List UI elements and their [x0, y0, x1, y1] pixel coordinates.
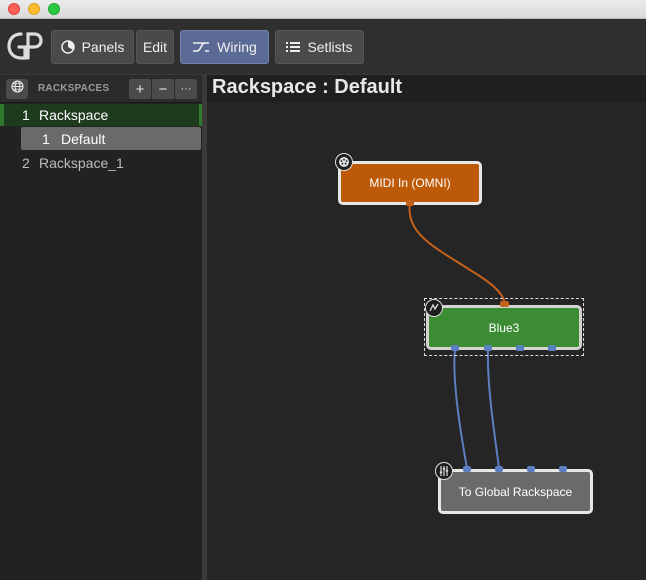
rackspace-number: 2	[22, 155, 30, 171]
blue3-plugin-node[interactable]: Blue3	[426, 305, 582, 350]
zoom-window-button[interactable]	[48, 3, 60, 15]
globe-icon	[10, 80, 24, 98]
rackspace-item-2[interactable]: 2 Rackspace_1	[0, 152, 202, 174]
blue3-audio-out-pin-1[interactable]	[451, 345, 459, 351]
blue3-midi-in-pin[interactable]	[500, 301, 509, 307]
edit-button[interactable]: Edit	[136, 30, 174, 64]
mixer-icon	[435, 462, 453, 480]
wiring-label: Wiring	[217, 39, 257, 55]
blue3-audio-out-pin-2[interactable]	[484, 345, 492, 351]
rackspace-name: Rackspace	[39, 107, 109, 123]
global-audio-in-pin-1[interactable]	[463, 466, 471, 472]
blue3-audio-out-pin-3[interactable]	[516, 345, 524, 351]
rackspaces-sidebar: RACKSPACES + − ··· 1 Rackspace 1 Default…	[0, 75, 202, 580]
rackspace-number: 1	[22, 107, 30, 123]
panels-icon	[60, 40, 75, 54]
add-rackspace-button[interactable]: +	[129, 79, 151, 99]
global-audio-in-pin-2[interactable]	[495, 466, 503, 472]
app-logo-icon	[6, 29, 44, 63]
midi-out-pin[interactable]	[406, 200, 414, 206]
rackspaces-header-title: RACKSPACES	[38, 83, 110, 94]
blue3-node-label: Blue3	[488, 320, 520, 335]
more-options-button[interactable]: ···	[175, 79, 197, 99]
setlists-tab-button[interactable]: Setlists	[275, 30, 364, 64]
midi-plug-icon	[335, 153, 353, 171]
to-global-rackspace-node[interactable]: To Global Rackspace	[438, 469, 593, 514]
main-toolbar: Panels Edit Wiring Setlists	[0, 19, 646, 75]
global-audio-in-pin-4[interactable]	[559, 466, 567, 472]
rackspace-item-1[interactable]: 1 Rackspace	[0, 104, 202, 126]
midi-in-node-label: MIDI In (OMNI)	[369, 176, 451, 190]
variation-number: 1	[42, 131, 50, 147]
plugin-icon	[425, 299, 443, 317]
global-audio-in-pin-3[interactable]	[527, 466, 535, 472]
wiring-icon	[192, 41, 210, 53]
midi-in-node[interactable]: MIDI In (OMNI)	[338, 161, 482, 205]
variation-name: Default	[61, 131, 106, 147]
rackspace-name: Rackspace_1	[39, 155, 124, 171]
blue3-audio-out-pin-4[interactable]	[548, 345, 556, 351]
globe-button[interactable]	[6, 79, 28, 99]
rackspaces-header: RACKSPACES + − ···	[0, 75, 202, 103]
window-title-bar	[0, 0, 646, 19]
remove-rackspace-button[interactable]: −	[152, 79, 174, 99]
panels-label: Panels	[81, 39, 125, 55]
variation-item-default[interactable]: 1 Default	[21, 127, 201, 150]
wiring-tab-button[interactable]: Wiring	[180, 30, 269, 64]
global-node-label: To Global Rackspace	[458, 484, 573, 499]
edit-label: Edit	[142, 39, 168, 55]
list-icon	[286, 41, 301, 53]
minimize-window-button[interactable]	[28, 3, 40, 15]
page-title: Rackspace : Default	[212, 76, 403, 98]
panels-tab-button[interactable]: Panels	[51, 30, 134, 64]
setlists-label: Setlists	[307, 39, 353, 55]
close-window-button[interactable]	[8, 3, 20, 15]
